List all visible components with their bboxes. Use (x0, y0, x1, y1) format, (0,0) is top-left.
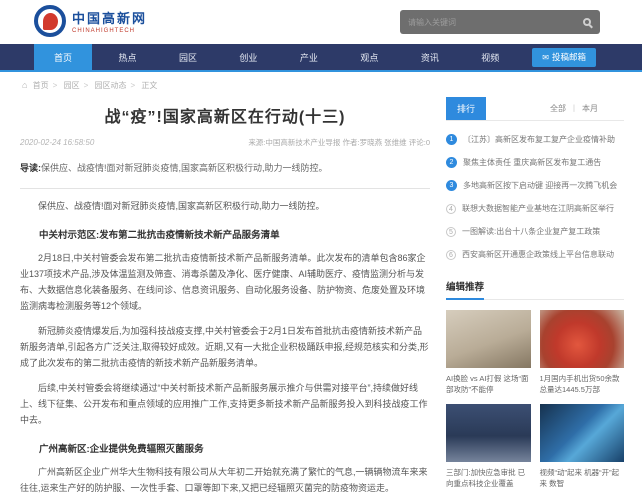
home-icon: ⌂ (22, 80, 27, 90)
site-logo[interactable]: 中国高新网 CHINAHIGHTECH (34, 5, 147, 37)
logo-subtitle: CHINAHIGHTECH (72, 28, 147, 34)
recommend-header: 编辑推荐 (446, 279, 624, 300)
search-button[interactable] (574, 10, 600, 34)
recommend-cards: AI换脸 vs AI打假 这场“面部攻防”不能停 1月国内手机出货50余款 总量… (446, 310, 624, 489)
rank-badge: 4 (446, 204, 456, 214)
nav-item-startup[interactable]: 创业 (223, 44, 273, 72)
rank-tab-month[interactable]: 本月 (582, 104, 598, 113)
nav-item-opinion[interactable]: 观点 (344, 44, 394, 72)
rank-badge: 5 (446, 227, 456, 237)
recommend-card[interactable]: 视频“动”起来 机器“开”起来 数智 (540, 404, 625, 489)
card-caption: 1月国内手机出货50余款 总量达1445.5万部 (540, 373, 625, 395)
search-input[interactable] (400, 18, 574, 27)
content: 战“疫”!国家高新区在行动(十三) 2020-02-24 16:58:50 来源… (0, 95, 642, 502)
rank-badge: 3 (446, 180, 457, 191)
card-caption: 视频“动”起来 机器“开”起来 数智 (540, 467, 625, 489)
paragraph: 保供应、战疫情!面对新冠肺炎疫情,国家高新区积极行动,助力一线防控。 (20, 198, 430, 214)
logo-icon (34, 5, 66, 37)
recommend-card[interactable]: 三部门:加快应急审批 已向重点科技企业覆盖 (446, 404, 531, 489)
rank-item[interactable]: 1〔江苏〕高新区发布复工复产企业疫情补助 (446, 128, 624, 151)
nav-item-parks[interactable]: 园区 (163, 44, 213, 72)
breadcrumb-park-news[interactable]: 园区动态 (94, 81, 126, 90)
paragraph: 新冠肺炎疫情爆发后,为加强科技战疫支撑,中关村管委会于2月1日发布首批抗击疫情新… (20, 323, 430, 371)
main-nav: 首页 热点 园区 创业 产业 观点 资讯 视频 研报 ✉投稿邮箱 (0, 44, 642, 72)
search-bar (400, 10, 600, 34)
storefront-photo (446, 310, 531, 368)
rank-item[interactable]: 3多地高新区按下启动键 迎接再一次腾飞机会 (446, 174, 624, 197)
card-caption: AI换脸 vs AI打假 这场“面部攻防”不能停 (446, 373, 531, 395)
article-lead: 导读:保供应、战疫情!面对新冠肺炎疫情,国家高新区积极行动,助力一线防控。 (20, 161, 430, 176)
blue-screen-photo (540, 404, 625, 462)
submit-email-button[interactable]: ✉投稿邮箱 (532, 48, 596, 67)
site-header: 中国高新网 CHINAHIGHTECH (0, 0, 642, 44)
recommend-card[interactable]: AI换脸 vs AI打假 这场“面部攻防”不能停 (446, 310, 531, 395)
red-robot-photo (540, 310, 625, 368)
rank-badge: 2 (446, 157, 457, 168)
page: 中国高新网 CHINAHIGHTECH 首页 热点 园区 创业 产业 观点 资讯… (0, 0, 642, 502)
rank-header: 排行 全部丨本月 (446, 97, 624, 121)
nav-item-hotspot[interactable]: 热点 (102, 44, 152, 72)
nav-item-home[interactable]: 首页 (34, 44, 92, 72)
nav-item-industry[interactable]: 产业 (284, 44, 334, 72)
lead-label: 导读: (20, 163, 41, 173)
rank-badge: 1 (446, 134, 457, 145)
paragraph: 后续,中关村管委会将继续通过“中关村新技术新产品新服务展示推介与供需对接平台”,… (20, 380, 430, 428)
rank-item[interactable]: 4联想大数据智能产业基地在江阴高新区举行 (446, 197, 624, 220)
mail-icon: ✉ (542, 53, 549, 62)
divider (20, 188, 430, 189)
rank-list: 1〔江苏〕高新区发布复工复产企业疫情补助 2聚焦主体责任 重庆高新区发布复工通告… (446, 128, 624, 266)
section-heading: 中关村示范区:发布第二批抗击疫情新技术新产品服务清单 (20, 227, 430, 241)
breadcrumb-current: 正文 (141, 81, 157, 90)
breadcrumb-home[interactable]: 首页 (33, 81, 49, 90)
article: 战“疫”!国家高新区在行动(十三) 2020-02-24 16:58:50 来源… (20, 95, 446, 502)
rank-badge: 6 (446, 250, 456, 260)
paragraph: 2月18日,中关村管委会发布第二批抗击疫情新技术新产品新服务清单。此次发布的清单… (20, 250, 430, 314)
article-date: 2020-02-24 16:58:50 (20, 138, 94, 147)
rank-item[interactable]: 5一图解读:出台十八条企业复产复工政策 (446, 220, 624, 243)
breadcrumb: ⌂ 首页> 园区> 园区动态> 正文 (0, 72, 642, 95)
rank-tab-all[interactable]: 全部 (550, 104, 566, 113)
sidebar: 排行 全部丨本月 1〔江苏〕高新区发布复工复产企业疫情补助 2聚焦主体责任 重庆… (446, 95, 624, 502)
section-heading: 广州高新区:企业提供免费辐照灭菌服务 (20, 441, 430, 455)
paragraph: 广州高新区企业广州华大生物科技有限公司从大年初二开始就充满了繁忙的气息,一辆辆物… (20, 464, 430, 496)
card-caption: 三部门:加快应急审批 已向重点科技企业覆盖 (446, 467, 531, 489)
search-icon (583, 18, 591, 26)
logo-title: 中国高新网 (72, 8, 147, 27)
exhibition-photo (446, 404, 531, 462)
nav-item-news[interactable]: 资讯 (405, 44, 455, 72)
nav-item-video[interactable]: 视频 (465, 44, 515, 72)
rank-item[interactable]: 6西安高新区开通惠企政策线上平台信息联动 (446, 243, 624, 266)
page-title: 战“疫”!国家高新区在行动(十三) (20, 103, 430, 127)
rank-item[interactable]: 2聚焦主体责任 重庆高新区发布复工通告 (446, 151, 624, 174)
rank-title-tab[interactable]: 排行 (446, 97, 486, 120)
recommend-card[interactable]: 1月国内手机出货50余款 总量达1445.5万部 (540, 310, 625, 395)
article-meta: 来源:中国高新技术产业导报 作者:罗晓燕 张维维 评论:0 (248, 137, 430, 148)
breadcrumb-parks[interactable]: 园区 (64, 81, 80, 90)
